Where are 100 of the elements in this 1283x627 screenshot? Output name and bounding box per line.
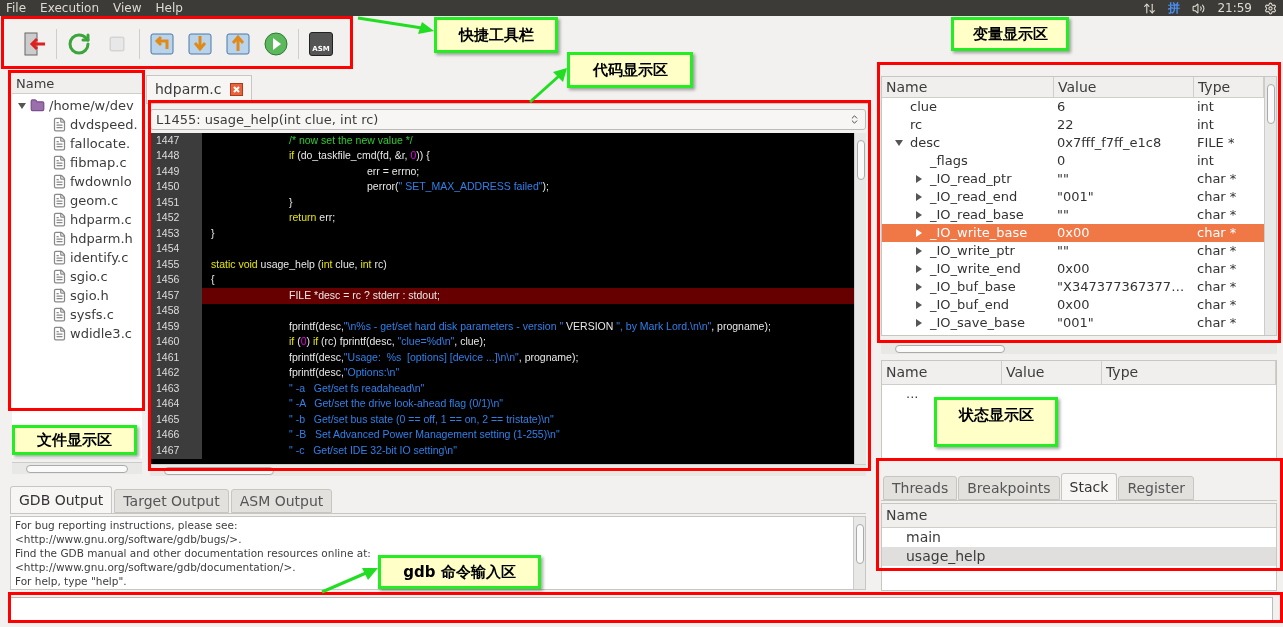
tab[interactable]: GDB Output xyxy=(10,486,113,513)
tab[interactable]: Breakpoints xyxy=(958,476,1060,500)
expander-icon[interactable] xyxy=(915,301,923,309)
variable-value: 0 xyxy=(1056,152,1067,171)
tab[interactable]: ASM Output xyxy=(230,489,333,513)
editor-tab[interactable]: hdparm.c xyxy=(146,75,252,103)
line-number: 1459 xyxy=(150,319,202,335)
tab[interactable]: Stack xyxy=(1060,473,1118,500)
variable-type: char * xyxy=(1196,170,1237,189)
reload-icon xyxy=(67,32,91,56)
step-into-icon xyxy=(149,31,175,57)
file-name[interactable]: fibmap.c xyxy=(70,152,127,173)
file-name[interactable]: dvdspeed. xyxy=(70,114,138,135)
variable-row[interactable]: _flags 0 int xyxy=(882,152,1264,170)
file-icon xyxy=(52,307,67,322)
line-number: 1453 xyxy=(150,226,202,242)
file-name[interactable]: sgio.c xyxy=(70,266,108,287)
file-name[interactable]: hdparm.h xyxy=(70,228,133,249)
step-over-icon xyxy=(187,31,213,57)
code-line: } xyxy=(288,195,294,210)
expander-icon[interactable] xyxy=(915,175,923,183)
expander-icon[interactable] xyxy=(915,265,923,273)
variable-name: _IO_save_base xyxy=(930,314,1025,333)
close-icon[interactable] xyxy=(229,83,243,96)
menu-item[interactable]: View xyxy=(113,1,142,15)
file-name[interactable]: wdidle3.c xyxy=(70,323,132,344)
expander-icon[interactable] xyxy=(895,139,903,147)
variable-name: clue xyxy=(910,98,937,117)
expander-icon[interactable] xyxy=(915,193,923,201)
expander-icon[interactable] xyxy=(18,101,26,110)
variable-row[interactable]: _IO_read_ptr "" char * xyxy=(882,170,1264,188)
function-dropdown[interactable]: L1455: usage_help(int clue, int rc) xyxy=(150,109,866,130)
scrollbar[interactable] xyxy=(854,133,866,464)
code-line: static void usage_help (int clue, int rc) xyxy=(210,257,388,272)
variable-row[interactable]: _IO_buf_base "X347377367377… char * xyxy=(882,278,1264,296)
file-name[interactable]: identify.c xyxy=(70,247,129,268)
variable-type: char * xyxy=(1196,188,1237,207)
code-line: return err; xyxy=(288,210,337,226)
variable-row[interactable]: _IO_write_ptr "" char * xyxy=(882,242,1264,260)
line-number: 1467 xyxy=(150,443,202,459)
file-name[interactable]: fwdownlo xyxy=(70,171,132,192)
variable-name: _IO_write_ptr xyxy=(930,242,1015,261)
file-name[interactable]: geom.c xyxy=(70,190,119,211)
output-line: <http://www.gnu.org/software/gdb/bugs/>. xyxy=(15,532,242,546)
clock[interactable]: 21:59 xyxy=(1217,1,1252,15)
variable-name: _flags xyxy=(930,152,968,171)
folder-name[interactable]: /home/w/dev xyxy=(49,95,134,116)
command-input[interactable] xyxy=(10,597,1273,621)
menu-item[interactable]: File xyxy=(6,1,27,15)
variable-type: FILE * xyxy=(1196,134,1235,153)
variable-value: "" xyxy=(1056,242,1070,261)
output-line: Find the GDB manual and other documentation resources online at: xyxy=(15,546,371,560)
column-header[interactable]: Name xyxy=(882,504,1276,528)
menu-item[interactable]: Execution xyxy=(40,1,99,15)
scrollbar[interactable] xyxy=(12,462,142,474)
column-header[interactable]: Value xyxy=(1002,361,1102,384)
settings-icon[interactable] xyxy=(1264,1,1277,15)
variable-value: 0x00 xyxy=(1056,260,1091,279)
variable-row[interactable]: clue 6 int xyxy=(882,98,1264,116)
variable-row[interactable]: _IO_write_end 0x00 char * xyxy=(882,260,1264,278)
step-out-icon xyxy=(225,31,251,57)
code-line: " -B Set Advanced Power Management setting (1-255)\n" xyxy=(288,427,561,443)
file-name[interactable]: sgio.h xyxy=(70,285,109,306)
stack-frame[interactable]: usage_help xyxy=(882,547,1276,566)
file-name[interactable]: hdparm.c xyxy=(70,209,132,230)
code-line: fprintf(desc,"Options:\n" xyxy=(288,365,401,381)
variable-type: int xyxy=(1196,116,1214,135)
menu-item[interactable]: Help xyxy=(155,1,183,15)
column-header[interactable]: Type xyxy=(1102,361,1276,384)
network-icon[interactable] xyxy=(1143,1,1157,15)
column-header[interactable]: Name xyxy=(882,361,1002,384)
file-icon xyxy=(52,212,67,227)
column-header[interactable]: Name xyxy=(882,77,1054,97)
variable-row[interactable]: _IO_read_end "001" char * xyxy=(882,188,1264,206)
column-header[interactable]: Value xyxy=(1054,77,1194,97)
code-line: fprintf(desc,"\n%s - get/set hard disk parameters - version " VERSION ", by Mark Lord.\n\n", progname); xyxy=(288,319,772,334)
variable-name: _IO_write_end xyxy=(930,260,1021,279)
file-name[interactable]: fallocate. xyxy=(70,133,131,154)
tab[interactable]: Threads xyxy=(883,476,958,500)
variable-row[interactable]: _IO_save_base "001" char * xyxy=(882,314,1264,332)
scrollbar[interactable] xyxy=(1264,77,1276,335)
variable-row[interactable]: desc 0x7fff_f7ff_e1c8 FILE * xyxy=(882,134,1264,152)
variable-name: _IO_buf_base xyxy=(930,278,1016,297)
volume-icon[interactable] xyxy=(1192,1,1206,15)
variable-row[interactable]: _IO_read_base "" char * xyxy=(882,206,1264,224)
variable-row[interactable]: _IO_buf_end 0x00 char * xyxy=(882,296,1264,314)
variable-name: _IO_read_ptr xyxy=(930,170,1012,189)
variable-name: rc xyxy=(910,116,923,135)
tab[interactable]: Register xyxy=(1118,476,1194,500)
stack-frame[interactable]: main xyxy=(882,528,1276,547)
scrollbar[interactable] xyxy=(853,517,865,589)
expander-icon[interactable] xyxy=(915,211,923,219)
variable-value: "" xyxy=(1056,206,1070,225)
expander-icon[interactable] xyxy=(915,247,923,255)
file-name[interactable]: sysfs.c xyxy=(70,304,114,325)
expander-icon[interactable] xyxy=(915,283,923,291)
variable-row[interactable]: rc 22 int xyxy=(882,116,1264,134)
line-number: 1465 xyxy=(150,412,202,428)
tab[interactable]: Target Output xyxy=(114,489,229,513)
expander-icon[interactable] xyxy=(915,319,923,327)
